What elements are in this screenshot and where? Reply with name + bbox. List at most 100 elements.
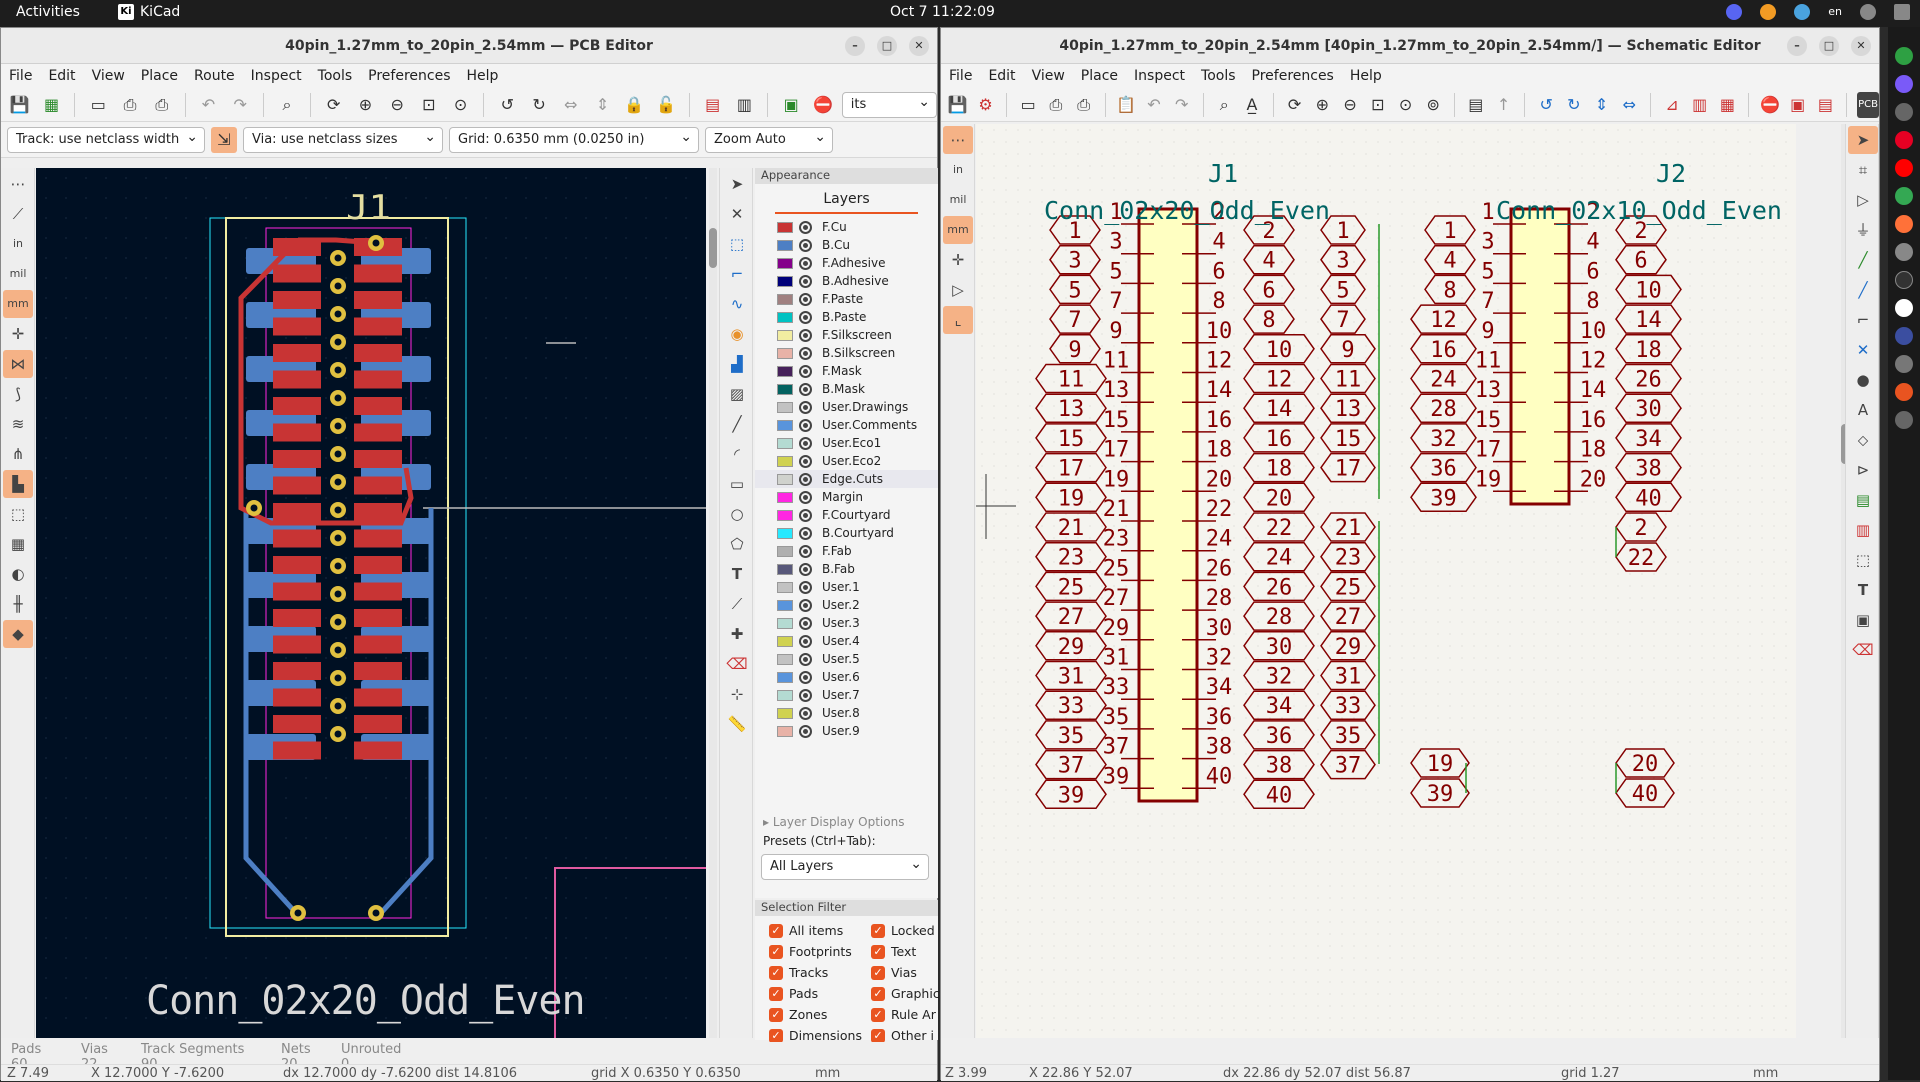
menu-view[interactable]: View [1032, 64, 1065, 88]
highlight-net-icon[interactable]: ╫ [3, 590, 33, 618]
menu-preferences[interactable]: Preferences [1252, 64, 1334, 88]
zoom-fit-icon[interactable]: ⊡ [1367, 92, 1389, 118]
checkbox-checked-icon[interactable]: ✓ [871, 945, 885, 959]
local-ratsnest-icon[interactable]: ✕ [722, 200, 752, 228]
close-icon[interactable]: ✕ [909, 36, 929, 56]
layer-row[interactable]: F.Mask [755, 362, 938, 380]
undo-icon[interactable]: ↶ [196, 92, 222, 118]
print-icon[interactable]: ⎙ [1045, 92, 1067, 118]
zoom-objects-icon[interactable]: ⊙ [448, 92, 474, 118]
layer-row[interactable]: B.Silkscreen [755, 344, 938, 362]
layer-color-swatch[interactable] [777, 276, 793, 287]
selection-filter-checkbox[interactable]: ✓All items [769, 920, 862, 941]
plot-icon[interactable]: ⎙ [1073, 92, 1095, 118]
layer-row[interactable]: F.Adhesive [755, 254, 938, 272]
visibility-eye-icon[interactable] [799, 329, 812, 342]
cursor-shape-icon[interactable]: ✛ [3, 320, 33, 348]
checkbox-checked-icon[interactable]: ✓ [769, 987, 783, 1001]
minimize-icon[interactable]: – [845, 36, 865, 56]
layer-color-swatch[interactable] [777, 582, 793, 593]
schematic-canvas[interactable]: 1212343456567878910910111211121314131415… [976, 124, 1796, 1038]
rotate-ccw-icon[interactable]: ↺ [494, 92, 520, 118]
selection-filter-checkbox[interactable]: ✓Locked [871, 920, 940, 941]
visibility-eye-icon[interactable] [799, 581, 812, 594]
visibility-eye-icon[interactable] [799, 401, 812, 414]
layer-color-swatch[interactable] [777, 600, 793, 611]
zoom-out-icon[interactable]: ⊖ [1339, 92, 1361, 118]
save-icon[interactable]: 💾 [7, 92, 33, 118]
footprint-lib-icon[interactable]: ▥ [732, 92, 758, 118]
rotate-cw-icon[interactable]: ↻ [1563, 92, 1585, 118]
via-size-select[interactable]: Via: use netclass sizes [243, 127, 443, 153]
visibility-eye-icon[interactable] [799, 275, 812, 288]
checkbox-checked-icon[interactable]: ✓ [769, 924, 783, 938]
visibility-eye-icon[interactable] [799, 293, 812, 306]
layer-color-swatch[interactable] [777, 654, 793, 665]
layer-row[interactable]: User.9 [755, 722, 938, 740]
visibility-eye-icon[interactable] [799, 599, 812, 612]
mirror-v-icon[interactable]: ⇕ [590, 92, 616, 118]
line-mode-icon[interactable]: ⌞ [943, 306, 973, 334]
visibility-eye-icon[interactable] [799, 653, 812, 666]
zoom-select[interactable]: Zoom Auto [705, 127, 833, 153]
net-color-icon[interactable]: ◐ [3, 560, 33, 588]
visibility-eye-icon[interactable] [799, 437, 812, 450]
layer-row[interactable]: User.7 [755, 686, 938, 704]
layer-color-swatch[interactable] [777, 456, 793, 467]
layer-row[interactable]: F.Courtyard [755, 506, 938, 524]
layer-row[interactable]: Edge.Cuts [755, 470, 938, 488]
cursor-shape-icon[interactable]: ✛ [943, 246, 973, 274]
checkbox-checked-icon[interactable]: ✓ [769, 966, 783, 980]
draw-polygon-icon[interactable]: ⬠ [722, 530, 752, 558]
auto-track-width-icon[interactable]: ⇲ [211, 127, 237, 153]
mirror-v-icon[interactable]: ⇕ [1591, 92, 1613, 118]
redo-icon[interactable]: ↷ [1171, 92, 1193, 118]
visibility-eye-icon[interactable] [799, 239, 812, 252]
layers-tab[interactable]: Layers [775, 184, 918, 214]
draw-circle-icon[interactable]: ○ [722, 500, 752, 528]
page-settings-icon[interactable]: ▭ [85, 92, 111, 118]
layer-row[interactable]: User.2 [755, 596, 938, 614]
rotate-ccw-icon[interactable]: ↺ [1535, 92, 1557, 118]
symbol-editor-icon[interactable]: ⊿ [1661, 92, 1683, 118]
lock-icon[interactable]: 🔒 [621, 92, 647, 118]
checkbox-checked-icon[interactable]: ✓ [871, 1029, 885, 1043]
units-mil-button[interactable]: mil [3, 260, 33, 288]
grid-toggle-icon[interactable]: ⋯ [3, 170, 33, 198]
track-width-select[interactable]: Track: use netclass width [7, 127, 205, 153]
close-icon[interactable]: ✕ [1851, 36, 1871, 56]
undo-icon[interactable]: ↶ [1143, 92, 1165, 118]
layer-color-swatch[interactable] [777, 636, 793, 647]
add-zone-icon[interactable]: ▟ [722, 350, 752, 378]
visibility-eye-icon[interactable] [799, 671, 812, 684]
selection-filter-checkbox[interactable]: ✓Pads [769, 983, 862, 1004]
minimize-icon[interactable]: – [1787, 36, 1807, 56]
layer-color-swatch[interactable] [777, 510, 793, 521]
mirror-h-icon[interactable]: ⇔ [1618, 92, 1640, 118]
layer-color-swatch[interactable] [777, 420, 793, 431]
visibility-eye-icon[interactable] [799, 527, 812, 540]
layer-select[interactable]: its [842, 92, 937, 118]
activities-button[interactable]: Activities [16, 4, 80, 20]
visibility-eye-icon[interactable] [799, 455, 812, 468]
visibility-eye-icon[interactable] [799, 725, 812, 738]
layer-color-swatch[interactable] [777, 366, 793, 377]
route-track-icon[interactable]: ⌐ [722, 260, 752, 288]
refresh-icon[interactable]: ⟳ [1284, 92, 1306, 118]
zoom-selection-icon[interactable]: ⊚ [1422, 92, 1444, 118]
selection-filter-checkbox[interactable]: ✓Footprints [769, 941, 862, 962]
draw-rectangle-icon[interactable]: ▭ [722, 470, 752, 498]
selection-filter-checkbox[interactable]: ✓Zones [769, 1004, 862, 1025]
symbol-browser-icon[interactable]: ▥ [1689, 92, 1711, 118]
layer-display-options[interactable]: ▸ Layer Display Options [763, 815, 904, 829]
checkbox-checked-icon[interactable]: ✓ [871, 987, 885, 1001]
selection-filter-checkbox[interactable]: ✓Rule Ar [871, 1004, 940, 1025]
layers-manager-icon[interactable]: ◆ [3, 620, 33, 648]
app-menu[interactable]: Ki KiCad [118, 4, 180, 20]
layer-color-swatch[interactable] [777, 528, 793, 539]
layer-row[interactable]: User.3 [755, 614, 938, 632]
pcb-canvas[interactable]: J1 Conn_02x20_Odd_Even [36, 168, 706, 1038]
menu-tools[interactable]: Tools [318, 64, 353, 88]
layer-color-swatch[interactable] [777, 312, 793, 323]
maximize-icon[interactable]: □ [877, 36, 897, 56]
